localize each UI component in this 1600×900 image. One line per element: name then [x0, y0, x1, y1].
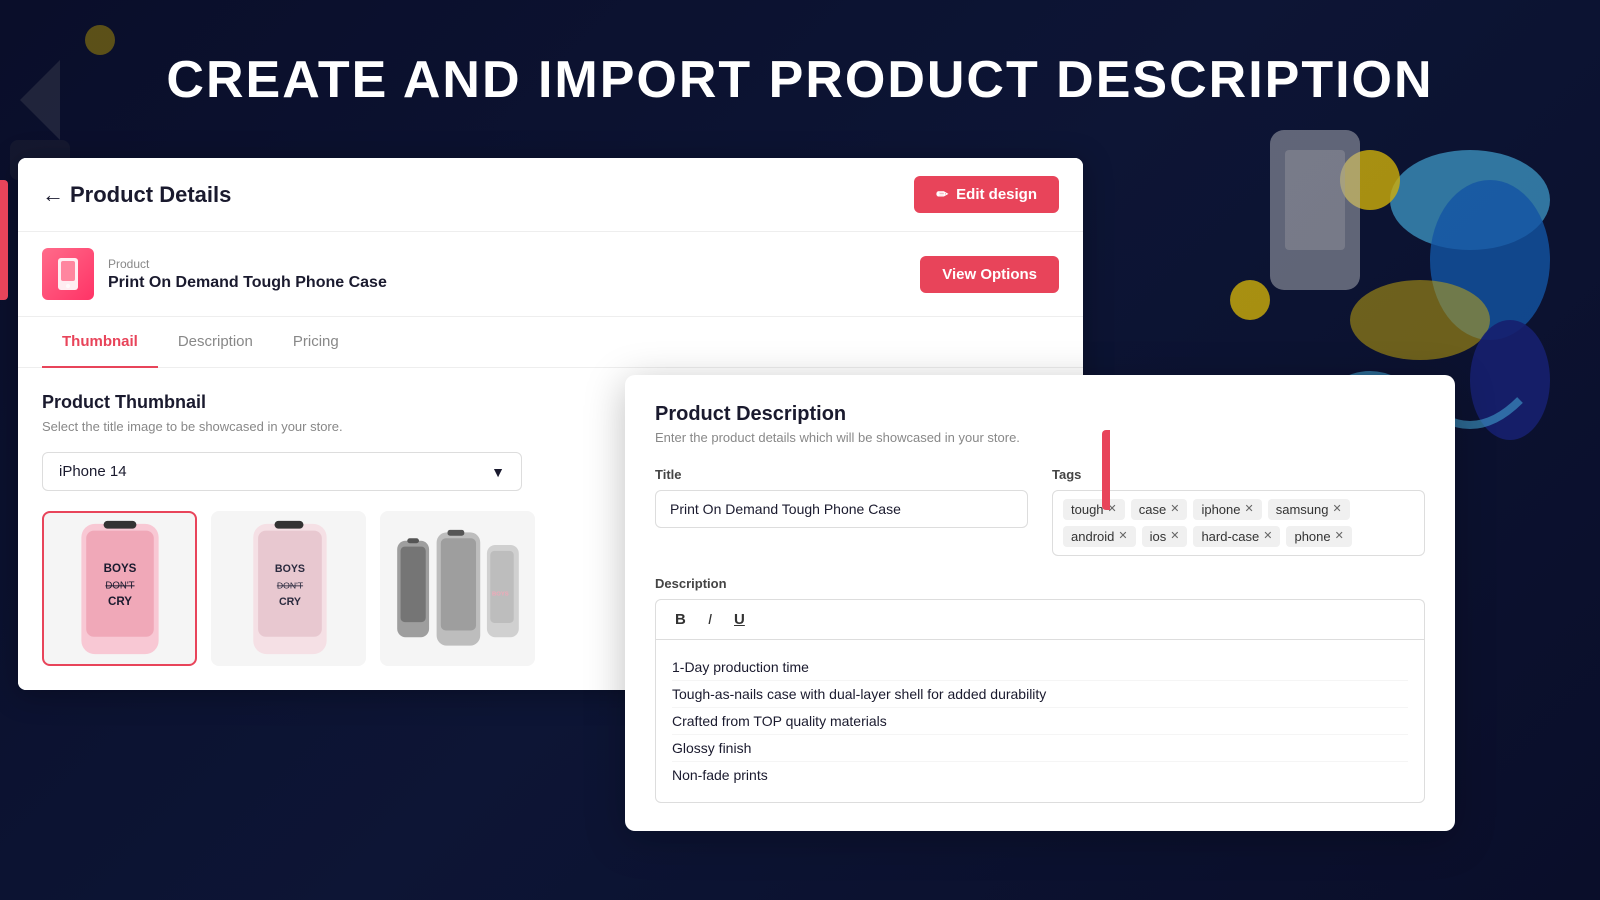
- tag-samsung-label: samsung: [1276, 502, 1329, 517]
- edit-icon: ✏: [936, 186, 948, 203]
- product-info-left: Product Print On Demand Tough Phone Case: [42, 248, 387, 300]
- tag-hard-case-label: hard-case: [1201, 529, 1259, 544]
- dropdown-value: iPhone 14: [59, 463, 127, 480]
- tab-thumbnail[interactable]: Thumbnail: [42, 317, 158, 368]
- tag-samsung: samsung ✕: [1268, 499, 1350, 520]
- tag-ios-label: ios: [1150, 529, 1167, 544]
- tag-samsung-remove[interactable]: ✕: [1332, 504, 1341, 515]
- title-field-label: Title: [655, 467, 1028, 482]
- tag-phone-remove[interactable]: ✕: [1335, 531, 1344, 542]
- tag-tough-label: tough: [1071, 502, 1104, 517]
- desc-panel-subtitle: Enter the product details which will be …: [655, 430, 1425, 445]
- view-options-label: View Options: [942, 266, 1037, 283]
- product-name: Print On Demand Tough Phone Case: [108, 274, 387, 292]
- thumbnail-item-3[interactable]: BOYS: [380, 511, 535, 666]
- svg-text:BOYS: BOYS: [103, 563, 136, 575]
- desc-two-col: Title Tags tough ✕ case ✕ iphone ✕ sa: [655, 467, 1425, 556]
- phone-case-svg-2: BOYS DON'T CRY: [224, 519, 354, 659]
- tag-hard-case: hard-case ✕: [1193, 526, 1280, 547]
- phone-case-svg-1: BOYS DON'T CRY: [55, 519, 185, 659]
- product-text: Product Print On Demand Tough Phone Case: [108, 257, 387, 292]
- tag-android-label: android: [1071, 529, 1114, 544]
- thumbnail-item-1[interactable]: BOYS DON'T CRY: [42, 511, 197, 666]
- tab-pricing-label: Pricing: [293, 333, 339, 350]
- product-info-row: Product Print On Demand Tough Phone Case…: [18, 232, 1083, 317]
- tag-phone: phone ✕: [1286, 526, 1351, 547]
- page-title: CREATE AND IMPORT PRODUCT DESCRIPTION: [166, 51, 1433, 109]
- edit-design-button[interactable]: ✏ Edit design: [914, 176, 1059, 213]
- svg-text:DON'T: DON'T: [105, 580, 134, 591]
- tag-ios: ios ✕: [1142, 526, 1188, 547]
- tab-description-label: Description: [178, 333, 253, 350]
- svg-text:BOYS: BOYS: [492, 591, 509, 597]
- tag-iphone-label: iphone: [1201, 502, 1240, 517]
- desc-item-5: Non-fade prints: [672, 762, 1408, 788]
- description-body[interactable]: 1-Day production time Tough-as-nails cas…: [655, 639, 1425, 803]
- chevron-down-icon: ▼: [491, 464, 505, 480]
- rich-text-toolbar: B I U: [655, 599, 1425, 639]
- product-description-panel: Product Description Enter the product de…: [625, 375, 1455, 831]
- description-field-label: Description: [655, 576, 1425, 591]
- svg-text:BOYS: BOYS: [274, 563, 304, 575]
- tag-tough: tough ✕: [1063, 499, 1125, 520]
- desc-item-1: 1-Day production time: [672, 654, 1408, 681]
- tag-case-label: case: [1139, 502, 1166, 517]
- underline-icon: U: [734, 611, 745, 628]
- tag-phone-label: phone: [1294, 529, 1330, 544]
- thumbnail-item-2[interactable]: BOYS DON'T CRY: [211, 511, 366, 666]
- title-input[interactable]: [655, 490, 1028, 528]
- tag-case: case ✕: [1131, 499, 1188, 520]
- product-icon: [42, 248, 94, 300]
- desc-panel-title: Product Description: [655, 403, 1425, 426]
- device-dropdown[interactable]: iPhone 14 ▼: [42, 452, 522, 491]
- desc-item-3: Crafted from TOP quality materials: [672, 708, 1408, 735]
- tab-description[interactable]: Description: [158, 317, 273, 368]
- back-arrow-icon: ←: [42, 182, 64, 208]
- product-icon-svg: [50, 256, 86, 292]
- panel-title: Product Details: [70, 182, 231, 208]
- bold-button[interactable]: B: [668, 608, 693, 631]
- tag-android-remove[interactable]: ✕: [1118, 531, 1127, 542]
- svg-text:CRY: CRY: [278, 595, 300, 607]
- tabs-row: Thumbnail Description Pricing: [18, 317, 1083, 368]
- underline-button[interactable]: U: [727, 608, 752, 631]
- red-accent-right: [1102, 430, 1110, 510]
- tab-pricing[interactable]: Pricing: [273, 317, 359, 368]
- tab-thumbnail-label: Thumbnail: [62, 333, 138, 350]
- tag-iphone-remove[interactable]: ✕: [1245, 504, 1254, 515]
- tag-hard-case-remove[interactable]: ✕: [1263, 531, 1272, 542]
- tag-ios-remove[interactable]: ✕: [1170, 531, 1179, 542]
- tag-case-remove[interactable]: ✕: [1170, 504, 1179, 515]
- svg-text:DON'T: DON'T: [276, 580, 303, 590]
- edit-design-label: Edit design: [956, 186, 1037, 203]
- italic-icon: I: [708, 611, 712, 628]
- page-title-banner: CREATE AND IMPORT PRODUCT DESCRIPTION: [0, 50, 1600, 110]
- desc-item-2: Tough-as-nails case with dual-layer shel…: [672, 681, 1408, 708]
- bold-icon: B: [675, 611, 686, 628]
- panel-header: ← Product Details ✏ Edit design: [18, 158, 1083, 232]
- italic-button[interactable]: I: [701, 608, 719, 631]
- svg-text:CRY: CRY: [107, 595, 131, 607]
- desc-item-4: Glossy finish: [672, 735, 1408, 762]
- view-options-button[interactable]: View Options: [920, 256, 1059, 293]
- description-section: Description B I U 1-Day production time …: [655, 576, 1425, 803]
- red-accent-left: [0, 180, 8, 300]
- desc-col-title: Title: [655, 467, 1028, 556]
- back-button[interactable]: ← Product Details: [42, 182, 231, 208]
- phone-case-svg-3: BOYS: [393, 519, 523, 659]
- tag-iphone: iphone ✕: [1193, 499, 1261, 520]
- product-label: Product: [108, 257, 387, 271]
- tag-android: android ✕: [1063, 526, 1136, 547]
